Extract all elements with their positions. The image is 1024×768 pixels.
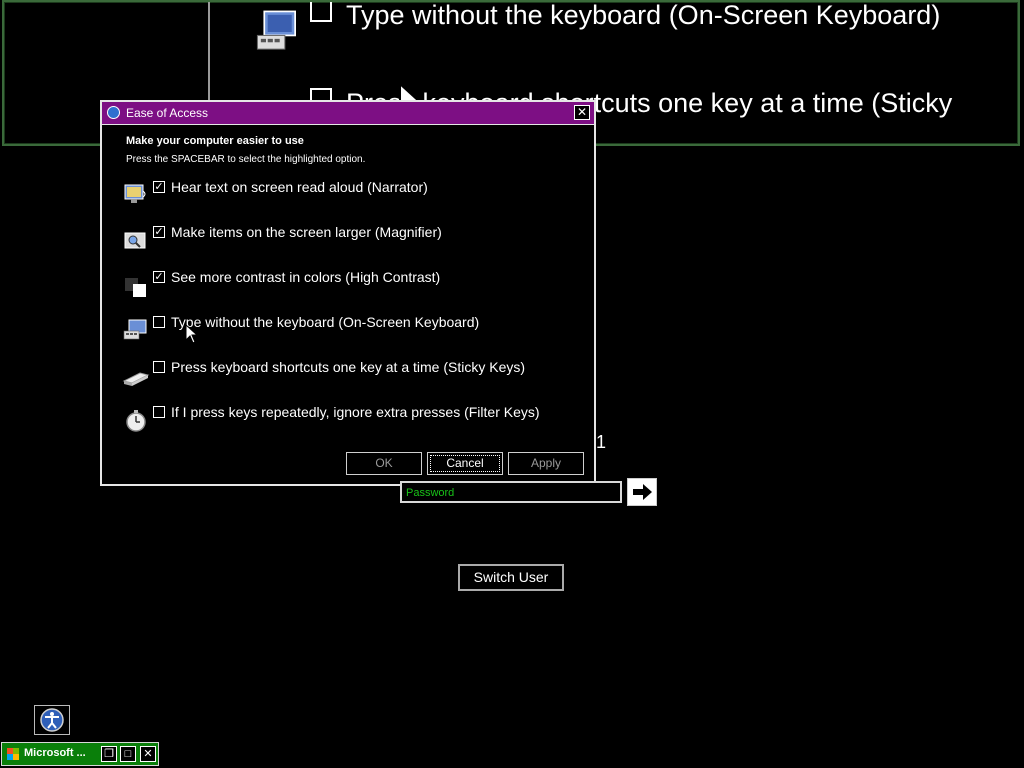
partial-text: 1 xyxy=(596,432,607,452)
option-label: Make items on the screen larger (Magnifi… xyxy=(171,224,442,240)
submit-button[interactable] xyxy=(627,478,657,506)
option-label: Hear text on screen read aloud (Narrator… xyxy=(171,179,428,195)
keyboard-icon xyxy=(256,10,296,50)
high-contrast-icon xyxy=(125,278,146,297)
close-button[interactable]: ✕ xyxy=(574,105,590,120)
apply-button[interactable]: Apply xyxy=(508,452,584,475)
narrator-icon xyxy=(124,184,146,203)
option-label: Press keyboard shortcuts one key at a ti… xyxy=(171,359,526,375)
magnifier-icon xyxy=(124,232,146,249)
checkbox-on-screen-keyboard[interactable] xyxy=(153,316,165,328)
checkbox-high-contrast[interactable]: ✓ xyxy=(153,271,165,283)
keyboard-icon xyxy=(123,319,147,340)
checkbox-filter-keys[interactable] xyxy=(153,406,165,418)
option-label: If I press keys repeatedly, ignore extra… xyxy=(171,404,540,420)
magnified-label: Type without the keyboard (On-Screen Key… xyxy=(346,0,941,30)
option-magnifier[interactable]: ✓ Make items on the screen larger (Magni… xyxy=(122,224,582,256)
ease-of-access-icon xyxy=(107,106,120,119)
magnified-option-keyboard: Type without the keyboard (On-Screen Key… xyxy=(310,0,941,31)
option-label: Type without the keyboard (On-Screen Key… xyxy=(171,314,480,330)
window-title: Microsoft ... xyxy=(24,747,86,759)
mouse-cursor-icon xyxy=(185,324,199,344)
checkbox-sticky-keys[interactable] xyxy=(153,361,165,373)
ease-of-access-dialog: Ease of Access ✕ Make your computer easi… xyxy=(100,100,596,486)
magnified-checkbox xyxy=(310,2,332,22)
application-icon xyxy=(7,748,19,760)
checkbox-magnifier[interactable]: ✓ xyxy=(153,226,165,238)
option-label: See more contrast in colors (High Contra… xyxy=(171,269,441,285)
stopwatch-icon xyxy=(126,410,146,432)
close-window-button[interactable]: ✕ xyxy=(140,746,156,762)
checkbox-narrator[interactable]: ✓ xyxy=(153,181,165,193)
cancel-button[interactable]: Cancel xyxy=(427,452,503,475)
ok-button[interactable]: OK xyxy=(346,452,422,475)
maximize-button[interactable]: □ xyxy=(120,746,136,762)
ease-of-access-icon xyxy=(40,708,64,732)
switch-user-button[interactable]: Switch User xyxy=(458,564,564,591)
option-high-contrast[interactable]: ✓ See more contrast in colors (High Cont… xyxy=(122,269,582,301)
dialog-heading: Make your computer easier to use xyxy=(126,135,304,147)
option-narrator[interactable]: ✓ Hear text on screen read aloud (Narrat… xyxy=(122,179,582,211)
option-filter-keys[interactable]: If I press keys repeatedly, ignore extra… xyxy=(122,404,582,436)
sticky-keys-icon xyxy=(122,372,150,386)
password-input[interactable] xyxy=(406,487,616,499)
ease-of-access-button[interactable] xyxy=(34,705,70,735)
dialog-subheading: Press the SPACEBAR to select the highlig… xyxy=(126,154,366,165)
arrow-right-icon xyxy=(633,484,652,500)
restore-button[interactable]: ❐ xyxy=(101,746,117,762)
dialog-title-bar[interactable]: Ease of Access ✕ xyxy=(102,102,594,125)
password-field[interactable] xyxy=(400,481,622,503)
option-sticky-keys[interactable]: Press keyboard shortcuts one key at a ti… xyxy=(122,359,582,391)
minimized-window[interactable]: Microsoft ... ❐ □ ✕ xyxy=(1,742,159,766)
dialog-title: Ease of Access xyxy=(126,106,209,120)
